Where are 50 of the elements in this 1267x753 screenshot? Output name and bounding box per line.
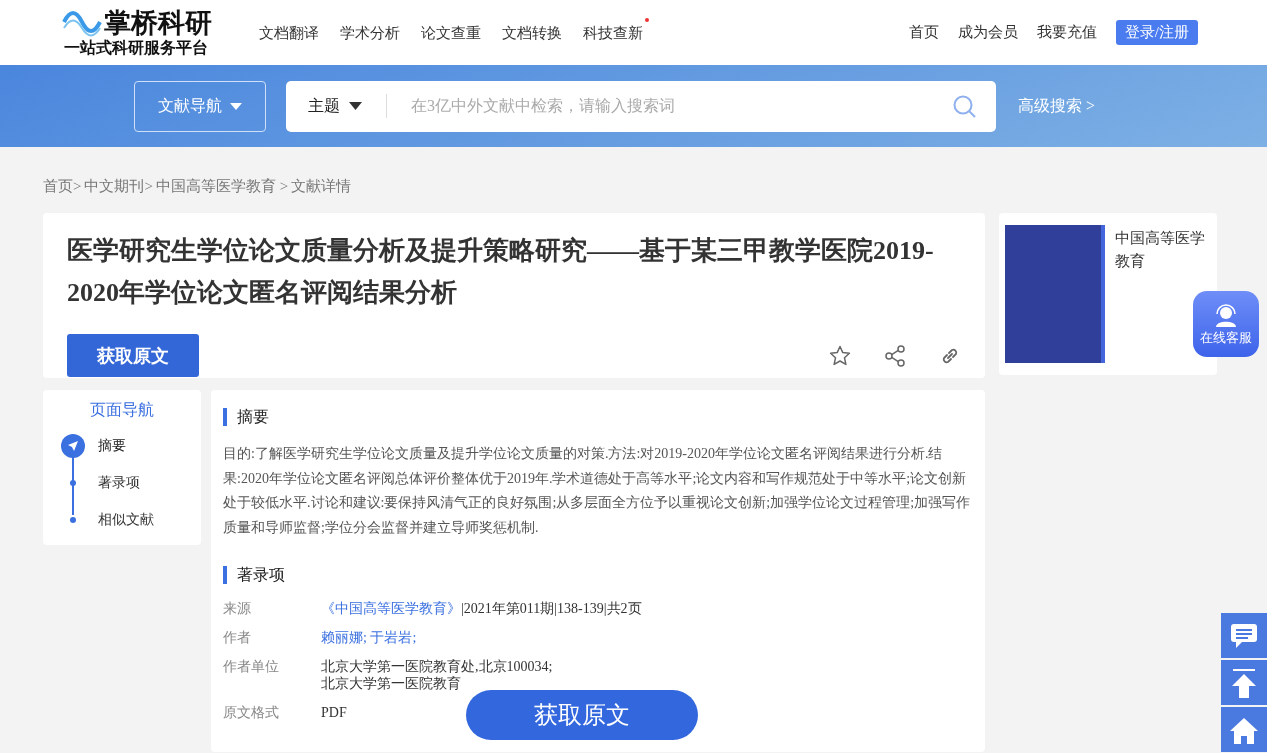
nav-link[interactable]: 成为会员 [957,23,1018,42]
caret-icon [349,102,362,110]
search-icon[interactable] [953,94,976,118]
journal-link[interactable]: 《中国高等医学教育》 [321,601,461,616]
share-icon[interactable] [885,344,905,367]
abstract-text: 目的:了解医学研究生学位论文质量及提升学位论文质量的对策.方法:对2019-2020年学位论文匿名评阅结果进行分析.结果:2020年学位论文匿名评阅总体评价整体优于2019年.学术道德处于高等水平;论文内容和写作规范处于中等水平;论文创新处于较低水平.讨论和建议:要保持风清气正的良好氛围;从多层面全方位予以重视论文创新;加强学位论文过程管理;加强写作质量和导师监督;学位分会监督并建立导师奖惩机制. [223,445,972,537]
field-label: 作者单位 [223,658,280,676]
nav-link[interactable]: 我要充值 [1036,23,1097,42]
search-field[interactable]: 主题 在3亿中外文献中检索，请输入搜索词 [286,80,996,132]
section-heading: 著录项 [223,566,973,584]
breadcrumb-link[interactable]: 首页> [43,177,82,213]
page-nav-item[interactable]: 摘要 [61,427,201,464]
field-label: 来源 [223,600,252,617]
get-fulltext-button[interactable]: 获取原文 [67,334,199,377]
nav-link[interactable]: 论文查重 [421,24,481,43]
floating-get-fulltext-button[interactable]: 获取原文 [466,690,698,740]
online-service-button[interactable]: 在线客服 [1193,291,1259,357]
nav-link[interactable]: 文档转换 [502,24,562,43]
home-icon [1230,715,1258,744]
page-nav-item[interactable]: 相似文献 [61,501,201,538]
breadcrumb-link[interactable]: 中国高等医学教育 > [155,177,289,213]
chat-icon [1230,622,1258,649]
nav-link[interactable]: 文档翻译 [259,24,319,43]
page-nav-title: 页面导航 [89,400,155,420]
nav-link[interactable]: 学术分析 [340,24,400,43]
author-link[interactable]: 赖丽娜; 于岩岩; [321,629,417,646]
chat-button[interactable] [1221,613,1267,658]
nav-link[interactable]: 首页 [908,23,939,42]
star-icon[interactable] [829,344,851,366]
logo-tagline: 一站式科研服务平台 [64,37,209,58]
caret-icon [230,102,242,110]
home-button[interactable] [1221,707,1267,752]
field-value: PDF [321,704,347,721]
breadcrumb-link[interactable]: 中文期刊> [84,177,153,213]
back-to-top-button[interactable] [1221,660,1267,705]
breadcrumb-link[interactable]: 文献详情 [291,177,352,213]
page-nav-item[interactable]: 著录项 [61,464,201,501]
journal-name-link[interactable]: 中国高等医学教育 [1115,227,1211,273]
nav-link[interactable]: 科技查新 [583,24,643,43]
logo-text: 掌桥科研 [104,8,212,37]
article-title: 医学研究生学位论文质量分析及提升策略研究——基于某三甲教学医院2019-2020年学位论文匿名评阅结果分析 [67,235,935,309]
field-label: 原文格式 [223,704,280,721]
section-heading: 摘要 [223,408,973,426]
field-value: 北京大学第一医院教育处,北京100034; [321,658,553,675]
field-value: 《中国高等医学教育》|2021年第011期|138-139|共2页 [321,600,642,617]
scope-dropdown[interactable]: 主题 [308,94,387,118]
field-value: 北京大学第一医院教育 [321,675,462,692]
field-label: 作者 [223,629,252,646]
arrow-up-icon [1230,667,1258,698]
login-button[interactable]: 登录/注册 [1115,20,1198,45]
